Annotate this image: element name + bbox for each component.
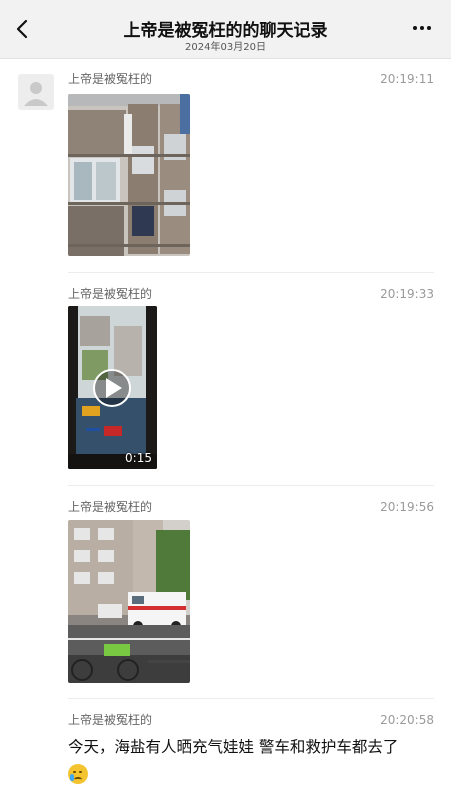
crying-face-icon: [68, 763, 88, 784]
message-divider: [68, 485, 434, 486]
street-photo-image: [68, 520, 190, 683]
message-item: 上帝是被冤枉的 20:19:11: [68, 72, 434, 86]
message-item: 上帝是被冤枉的 20:20:58: [68, 713, 434, 727]
chat-date: 2024年03月20日: [185, 42, 266, 53]
header-bar: 上帝是被冤枉的的聊天记录 2024年03月20日: [0, 0, 451, 59]
sender-name: 上帝是被冤枉的: [68, 287, 153, 301]
message-text: 今天，海盐有人晒充气娃娃 警车和救护车都去了: [68, 734, 438, 786]
video-duration: 0:15: [125, 451, 152, 465]
avatar[interactable]: [18, 74, 54, 110]
sender-name: 上帝是被冤枉的: [68, 713, 153, 727]
video-thumbnail-image: [68, 306, 157, 469]
message-divider: [68, 698, 434, 699]
message-item: 上帝是被冤枉的 20:19:33: [68, 287, 434, 301]
message-text-content: 今天，海盐有人晒充气娃娃 警车和救护车都去了: [68, 738, 399, 756]
message-time: 20:19:33: [380, 287, 434, 301]
message-item: 上帝是被冤枉的 20:19:56: [68, 500, 434, 514]
video-window-view[interactable]: 0:15: [68, 306, 157, 469]
message-time: 20:19:11: [380, 72, 434, 86]
more-dots-icon[interactable]: [413, 26, 437, 34]
message-divider: [68, 272, 434, 273]
building-photo-image: [68, 94, 190, 256]
message-time: 20:19:56: [380, 500, 434, 514]
message-time: 20:20:58: [380, 713, 434, 727]
default-avatar-icon: [18, 74, 54, 110]
photo-street-ambulance[interactable]: [68, 520, 190, 683]
sender-name: 上帝是被冤枉的: [68, 500, 153, 514]
sender-name: 上帝是被冤枉的: [68, 72, 153, 86]
photo-building-balcony[interactable]: [68, 94, 190, 256]
